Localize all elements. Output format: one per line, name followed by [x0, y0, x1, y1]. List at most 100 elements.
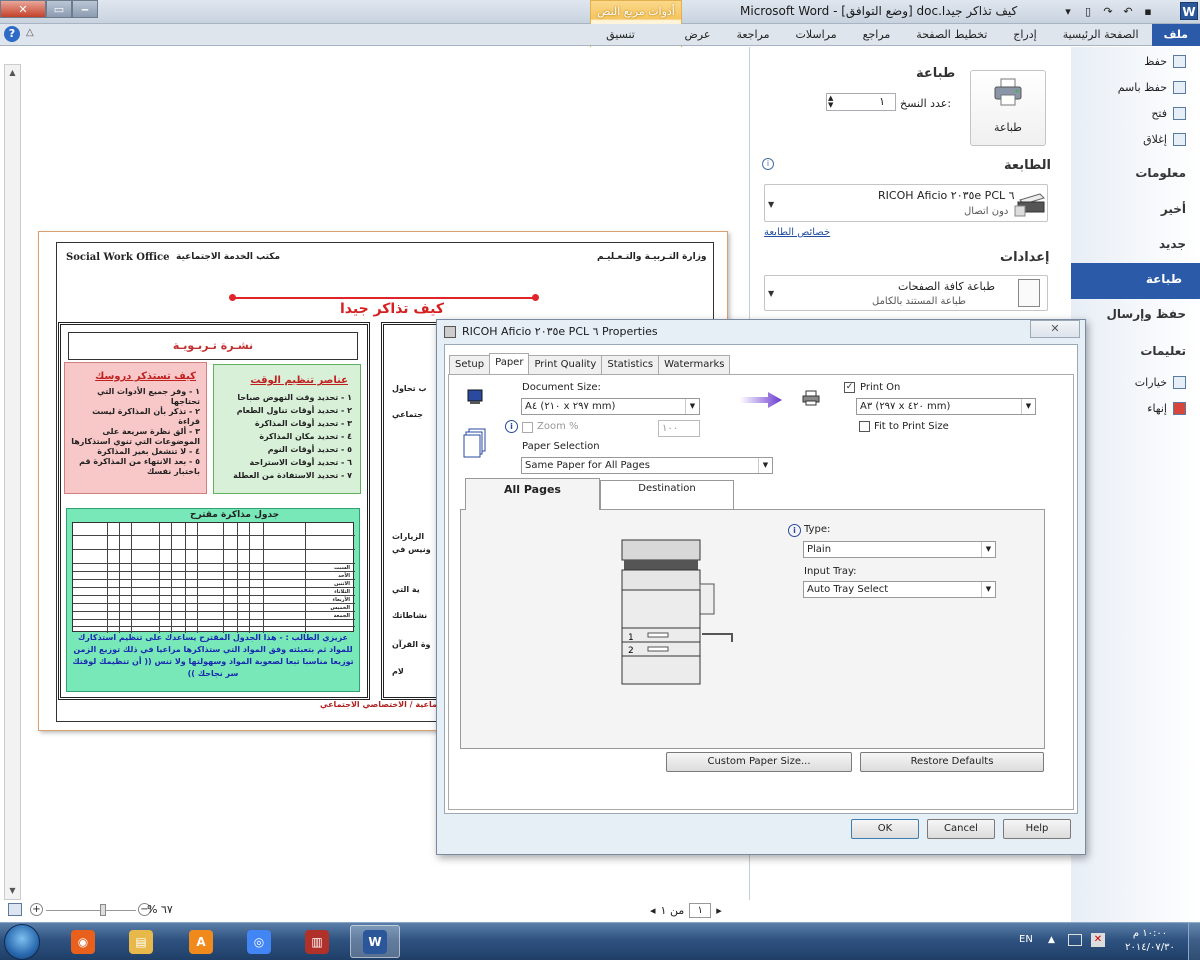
backstage-options[interactable]: خيارات [1135, 376, 1186, 389]
backstage-recent[interactable]: أخير [1161, 202, 1186, 216]
input-tray-select[interactable]: Auto Tray Select ▼ [803, 581, 996, 598]
header-ministry: وزارة التـربيـة والتـعـليـم [597, 252, 707, 262]
taskbar-app-firefox[interactable]: ◉ [58, 925, 108, 958]
arrow-right-icon [740, 392, 782, 408]
open-icon[interactable]: ▯ [1080, 3, 1096, 19]
tab-home[interactable]: الصفحة الرئيسية [1050, 24, 1152, 46]
word-icon: W [363, 929, 387, 954]
copies-spinner[interactable]: ١ [826, 93, 896, 111]
customize-qat-icon[interactable]: ▾ [1060, 3, 1076, 19]
cancel-button[interactable]: Cancel [927, 819, 995, 839]
start-button[interactable] [4, 924, 40, 960]
tab-paper[interactable]: Paper [489, 353, 530, 374]
page-number-input[interactable]: ١ [689, 903, 712, 918]
zoom-to-page-icon[interactable] [8, 903, 22, 916]
zoom-spinner[interactable]: ١٠٠ [658, 420, 700, 437]
chevron-down-icon: ▼ [758, 458, 772, 473]
table-row [73, 611, 355, 612]
document-size-select[interactable]: A٤ (٢١٠ x ٢٩٧ mm) ▼ [521, 398, 700, 415]
table-column [185, 523, 186, 633]
paper-selection-icon [463, 428, 486, 458]
printer-properties-link[interactable]: خصائص الطابعة [764, 227, 830, 238]
help-icon[interactable]: ? [4, 26, 20, 42]
backstage-new[interactable]: جديد [1159, 237, 1186, 251]
info-icon[interactable]: i [505, 420, 518, 433]
tab-file[interactable]: ملف [1151, 24, 1200, 46]
ok-button[interactable]: OK [851, 819, 919, 839]
save-icon[interactable]: ▪ [1140, 3, 1156, 19]
scroll-down-icon[interactable]: ▼ [5, 883, 20, 899]
type-select[interactable]: Plain ▼ [803, 541, 996, 558]
tab-references[interactable]: مراجع [850, 24, 904, 46]
schedule-note: عزيزي الطالب : - هذا الجدول المقترح يساع… [72, 633, 354, 678]
backstage-info[interactable]: معلومات [1135, 166, 1186, 180]
zoom-slider[interactable] [46, 910, 136, 911]
scroll-up-icon[interactable]: ▲ [5, 65, 20, 81]
network-icon[interactable] [1068, 934, 1082, 946]
collapse-ribbon-icon[interactable]: △ [26, 27, 34, 38]
help-button[interactable]: Help [1003, 819, 1071, 839]
spin-arrows-icon[interactable]: ▲ ▼ [828, 95, 833, 109]
table-column [263, 523, 264, 633]
tab-format[interactable]: تنسيق [570, 24, 672, 46]
backstage-open[interactable]: فتح [1151, 107, 1186, 120]
print-on-select[interactable]: A٣ (٢٩٧ x ٤٢٠ mm) ▼ [856, 398, 1036, 415]
close-window-button[interactable]: ✕ [0, 0, 46, 18]
backstage-save-as[interactable]: حفظ باسم [1118, 81, 1186, 94]
maximize-button[interactable]: ▭ [46, 0, 72, 18]
taskbar-app-chrome[interactable]: ◎ [234, 925, 284, 958]
action-center-icon[interactable]: ✕ [1091, 933, 1105, 947]
tab-insert[interactable]: إدراج [1000, 24, 1049, 46]
clock[interactable]: ١٠:٠٠ م ٢٠١٤/٠٧/٣٠ [1120, 927, 1180, 955]
time-management-list: ١ - تحديد وقت النهوض صباحا ٢ - تحديد أوقا… [218, 391, 352, 482]
backstage-close[interactable]: إغلاق [1143, 133, 1186, 146]
word-app-icon[interactable]: W [1180, 2, 1198, 20]
tab-mailings[interactable]: مراسلات [782, 24, 849, 46]
tab-view[interactable]: عرض [672, 24, 724, 46]
taskbar-app-avast[interactable]: A [176, 925, 226, 958]
minimize-button[interactable]: ‒ [72, 0, 98, 18]
show-desktop-button[interactable] [1188, 922, 1200, 960]
tab-print-quality[interactable]: Print Quality [528, 355, 603, 374]
taskbar-app-word[interactable]: W [350, 925, 400, 958]
paper-selection-select[interactable]: Same Paper for All Pages ▼ [521, 457, 773, 474]
language-indicator[interactable]: EN [1019, 934, 1033, 945]
print-on-checkbox[interactable]: ✓ [844, 382, 855, 393]
table-column [223, 523, 224, 633]
tab-destination[interactable]: Destination [600, 480, 734, 509]
info-icon[interactable]: i [788, 524, 801, 537]
dialog-close-button[interactable]: ✕ [1030, 320, 1080, 338]
tab-page-layout[interactable]: تخطيط الصفحة [903, 24, 1000, 46]
backstage-save[interactable]: حفظ [1144, 55, 1186, 68]
tab-statistics[interactable]: Statistics [601, 355, 660, 374]
printer-status: دون اتصال [964, 206, 1009, 217]
backstage-save-send[interactable]: حفظ وإرسال [1106, 307, 1186, 321]
custom-paper-size-button[interactable]: Custom Paper Size... [666, 752, 852, 772]
taskbar-app-winrar[interactable]: ▥ [292, 925, 342, 958]
tab-all-pages[interactable]: All Pages [465, 478, 600, 510]
prev-page-icon[interactable]: ◂ [650, 904, 656, 917]
show-hidden-icons-icon[interactable]: ▲ [1048, 935, 1055, 945]
list-item: ٤ - لا تنشغل بغير المذاكرة [97, 447, 200, 456]
table-row [73, 579, 355, 580]
fit-to-print-checkbox[interactable] [859, 421, 870, 432]
table-day-label: السبت [333, 565, 350, 571]
tab-watermarks[interactable]: Watermarks [658, 355, 731, 374]
zoom-checkbox[interactable] [522, 422, 533, 433]
undo-icon[interactable]: ↶ [1120, 3, 1136, 19]
tab-review[interactable]: مراجعة [723, 24, 782, 46]
backstage-exit[interactable]: إنهاء [1147, 402, 1186, 415]
zoom-in-button[interactable]: + [30, 903, 43, 916]
taskbar-app-file-explorer[interactable]: ▤ [116, 925, 166, 958]
backstage-print[interactable]: طباعة [1146, 272, 1182, 286]
tab-setup[interactable]: Setup [449, 355, 491, 374]
table-column [305, 523, 306, 633]
table-column [119, 523, 120, 633]
zoom-slider-thumb[interactable] [100, 904, 106, 916]
vertical-scrollbar[interactable]: ▲ ▼ [4, 64, 21, 900]
restore-defaults-button[interactable]: Restore Defaults [860, 752, 1044, 772]
redo-icon[interactable]: ↷ [1100, 3, 1116, 19]
backstage-help[interactable]: تعليمات [1140, 344, 1186, 358]
info-icon[interactable]: i [762, 158, 774, 170]
next-page-icon[interactable]: ▸ [716, 904, 722, 917]
